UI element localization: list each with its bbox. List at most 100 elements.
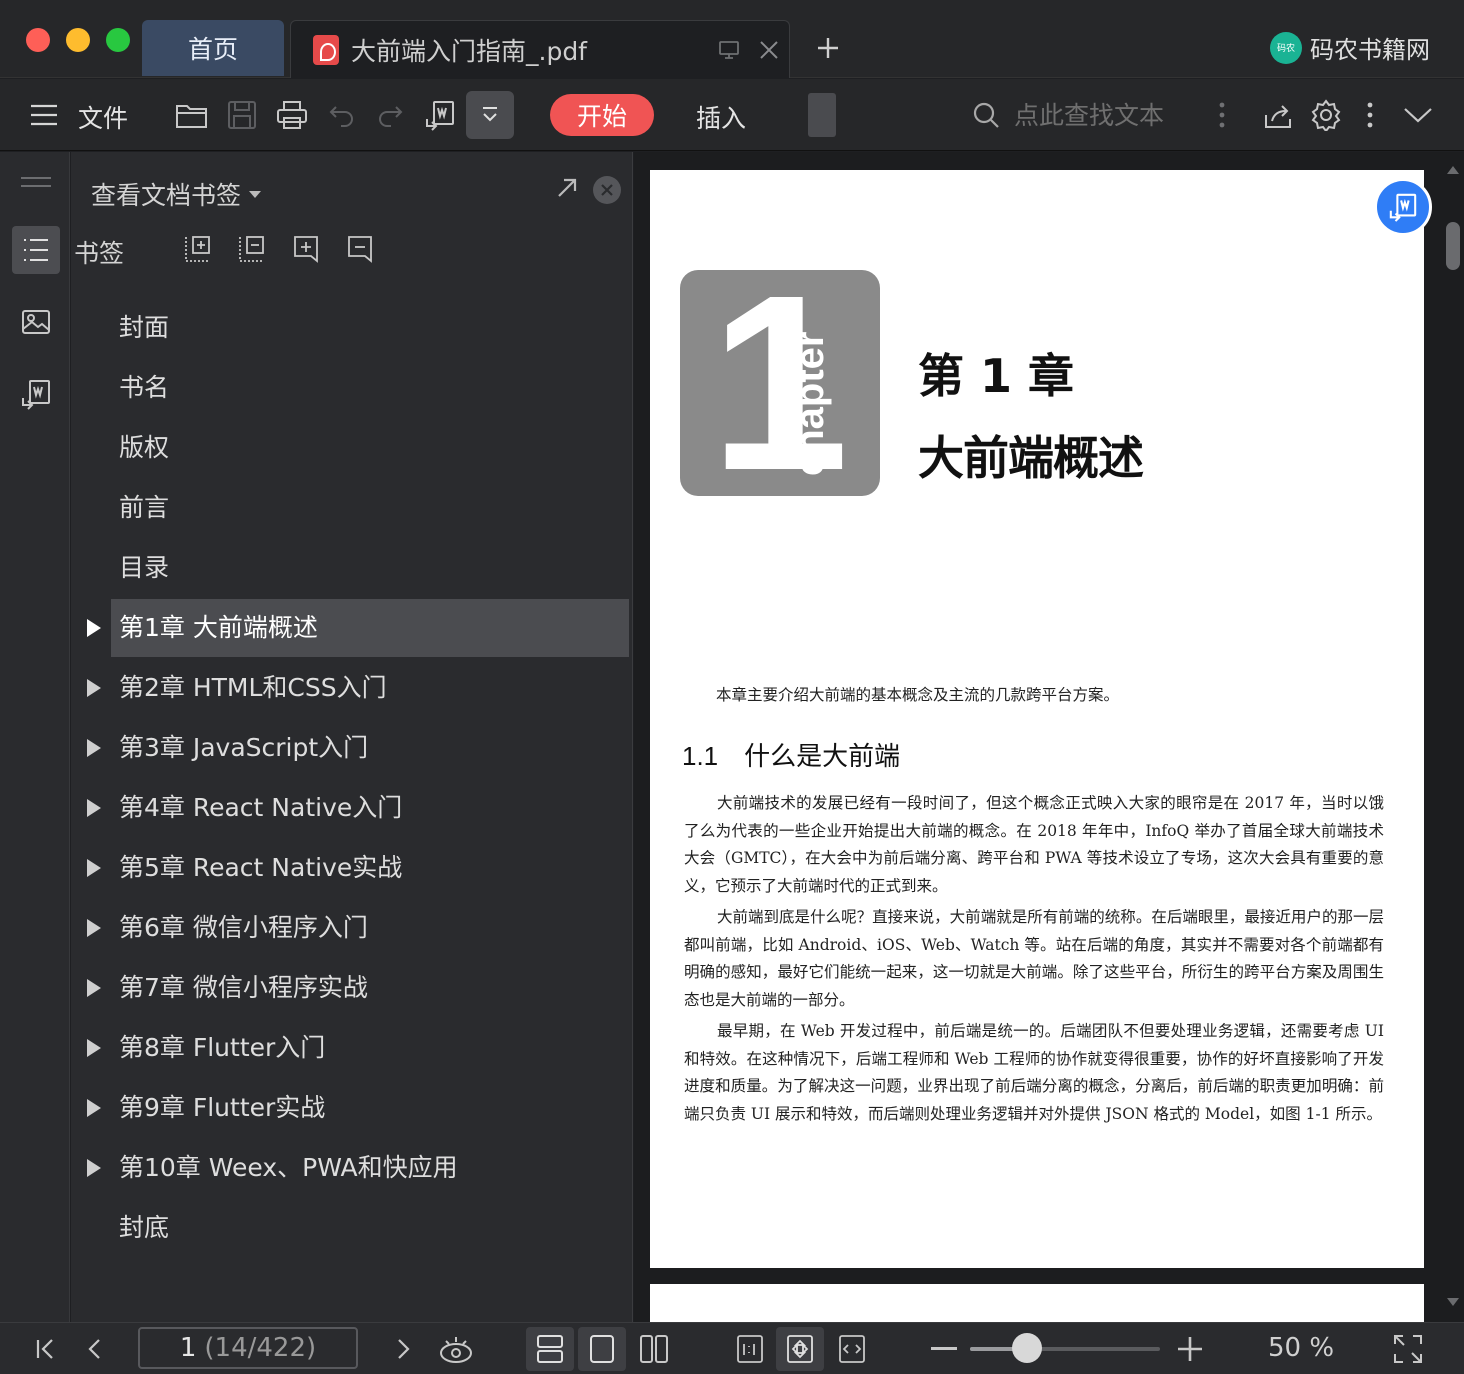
bookmark-item[interactable]: 书名 [71,358,633,418]
new-tab-icon[interactable] [808,28,848,68]
save-icon[interactable] [222,91,262,139]
bookmark-label: 目录 [119,553,170,582]
bookmark-item[interactable]: 封面 [71,298,633,358]
two-page-view-icon[interactable] [630,1327,678,1371]
expand-triangle-icon[interactable] [87,1039,101,1057]
settings-gear-icon[interactable] [1306,91,1346,139]
share-icon[interactable] [1258,91,1298,139]
search-icon [973,102,999,128]
actual-size-icon[interactable] [726,1327,774,1371]
bookmark-item[interactable]: 第7章 微信小程序实战 [71,958,633,1018]
expand-triangle-icon[interactable] [87,679,101,697]
bookmark-label: 第1章 大前端概述 [119,613,318,642]
bookmark-item[interactable]: 第10章 Weex、PWA和快应用 [71,1138,633,1198]
bookmark-item[interactable]: 第1章 大前端概述 [71,598,633,658]
collapse-toolbar-chevron-icon[interactable] [1398,91,1438,139]
expand-all-icon[interactable] [183,234,215,266]
floating-convert-button[interactable] [1374,178,1432,236]
expand-triangle-icon[interactable] [87,979,101,997]
bookmark-item[interactable]: 第2章 HTML和CSS入门 [71,658,633,718]
prev-page-icon[interactable] [74,1327,114,1371]
tab-close-icon[interactable] [749,30,789,70]
open-folder-icon[interactable] [172,91,212,139]
search-box[interactable] [972,93,1202,137]
expand-triangle-icon[interactable] [87,1099,101,1117]
panel-close-icon[interactable] [593,176,621,204]
delete-bookmark-icon[interactable] [345,234,377,266]
next-page-icon[interactable] [384,1327,424,1371]
section-title: 什么是大前端 [744,742,901,772]
bookmark-label: 第7章 微信小程序实战 [119,973,368,1002]
add-bookmark-icon[interactable] [291,234,323,266]
chapter-intro: 本章主要介绍大前端的基本概念及主流的几款跨平台方案。 [716,686,1120,704]
more-vertical-icon[interactable] [1204,91,1240,139]
zoom-slider[interactable] [970,1347,1160,1351]
bookmark-item[interactable]: 第6章 微信小程序入门 [71,898,633,958]
expand-triangle-icon[interactable] [87,619,101,637]
scrollbar-thumb[interactable] [1446,222,1460,270]
bookmark-item[interactable]: 版权 [71,418,633,478]
more-tools-dropdown[interactable] [466,91,514,139]
tab-document[interactable]: 大前端入门指南_.pdf [290,20,790,78]
page-number-field[interactable]: 1 (14/422) [138,1327,358,1369]
window-close-button[interactable] [26,28,50,52]
brand-link[interactable]: 码农 码农书籍网 [1270,30,1430,65]
tab-start[interactable]: 开始 [550,94,654,136]
more-options-icon[interactable] [1352,91,1388,139]
bookmark-item[interactable]: 第4章 React Native入门 [71,778,633,838]
window-zoom-button[interactable] [106,28,130,52]
zoom-in-icon[interactable] [1170,1327,1210,1371]
rail-thumbnails-icon[interactable] [12,298,60,346]
pop-out-icon[interactable] [555,176,579,204]
eye-protection-icon[interactable] [434,1327,478,1371]
page-total: (14/422) [204,1333,317,1363]
print-icon[interactable] [272,91,312,139]
paragraph: 最早期，在 Web 开发过程中，前后端是统一的。后端团队不但要处理业务逻辑，还需… [684,1022,1384,1123]
zoom-out-icon[interactable] [924,1327,964,1371]
file-menu[interactable]: 文件 [78,99,128,135]
rail-convert-icon[interactable] [12,370,60,418]
bookmark-item[interactable]: 前言 [71,478,633,538]
tab-insert[interactable]: 插入 [696,99,746,135]
bookmark-item[interactable]: 第3章 JavaScript入门 [71,718,633,778]
fit-width-icon[interactable] [828,1327,876,1371]
panel-title-dropdown[interactable]: 查看文档书签 [91,176,262,212]
rail-drag-handle-icon[interactable] [12,164,60,200]
rail-bookmarks-icon[interactable] [12,226,60,274]
collapse-all-icon[interactable] [237,234,269,266]
toolbar-scroll-handle[interactable] [808,93,836,137]
fit-page-icon[interactable] [776,1327,824,1371]
chapter-title-number: 第 1 章 [918,349,1075,403]
tab-home[interactable]: 首页 [142,20,284,76]
undo-icon[interactable] [322,91,362,139]
menu-icon[interactable] [24,91,64,139]
bookmark-label: 第10章 Weex、PWA和快应用 [119,1153,458,1182]
continuous-view-icon[interactable] [526,1327,574,1371]
bookmark-item[interactable]: 目录 [71,538,633,598]
redo-icon[interactable] [370,91,410,139]
bookmark-item[interactable]: 第8章 Flutter入门 [71,1018,633,1078]
toolbar: 文件 开始 插入 [0,79,1464,151]
bookmark-item[interactable]: 第9章 Flutter实战 [71,1078,633,1138]
zoom-level[interactable]: 50 % [1268,1333,1334,1363]
single-page-view-icon[interactable] [578,1327,626,1371]
scroll-up-arrow-icon[interactable] [1447,166,1459,174]
search-input[interactable] [1014,100,1194,130]
expand-triangle-icon[interactable] [87,799,101,817]
scroll-down-arrow-icon[interactable] [1447,1298,1459,1306]
monitor-icon[interactable] [709,30,749,70]
expand-triangle-icon[interactable] [87,1159,101,1177]
expand-triangle-icon[interactable] [87,919,101,937]
expand-triangle-icon[interactable] [87,739,101,757]
zoom-slider-knob[interactable] [1012,1333,1042,1363]
bookmark-item[interactable]: 第5章 React Native实战 [71,838,633,898]
first-page-icon[interactable] [26,1327,66,1371]
bookmark-item[interactable]: 封底 [71,1198,633,1258]
document-viewport[interactable]: 1 chapter 第 1 章 大前端概述 本章主要介绍大前端的基本概念及主流的… [634,152,1464,1322]
sidebar-rail [0,152,70,1322]
window-minimize-button[interactable] [66,28,90,52]
convert-to-word-icon[interactable] [420,91,460,139]
fullscreen-icon[interactable] [1388,1327,1428,1371]
expand-triangle-icon[interactable] [87,859,101,877]
vertical-scrollbar[interactable] [1442,152,1464,1322]
